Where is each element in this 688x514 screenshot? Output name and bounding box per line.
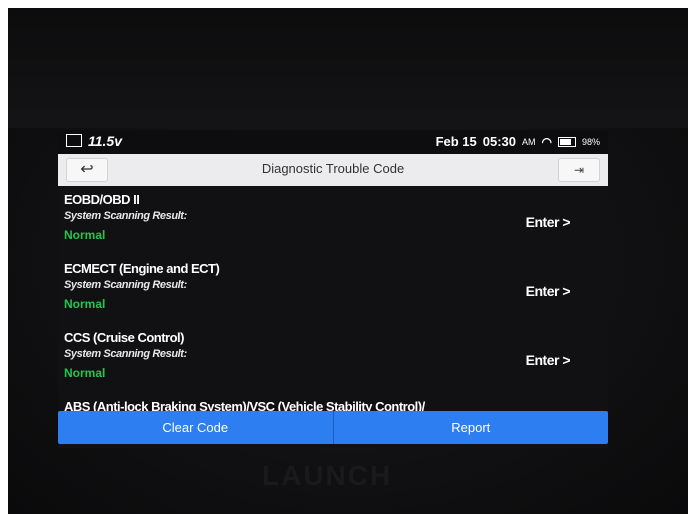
device-photo: 11.5v Feb 15 05:30 AM ◠ 98% ↩ Diagnostic… (8, 8, 688, 514)
ampm-text: AM (522, 136, 536, 147)
system-name: EOBD/OBD II (64, 192, 140, 207)
system-list: EOBD/OBD II System Scanning Result: Norm… (58, 186, 608, 414)
list-item[interactable]: ECMECT (Engine and ECT) System Scanning … (58, 255, 608, 324)
status-bar: 11.5v Feb 15 05:30 AM ◠ 98% (58, 130, 608, 154)
system-name: ECMECT (Engine and ECT) (64, 261, 220, 276)
clear-code-button[interactable]: Clear Code (58, 411, 333, 444)
time-text: 05:30 (482, 134, 516, 149)
scan-result-status: Normal (64, 297, 106, 311)
scan-result-label: System Scanning Result: (64, 348, 187, 360)
action-bar: Clear Code Report (58, 411, 608, 444)
scan-result-label: System Scanning Result: (64, 210, 187, 222)
enter-button[interactable]: Enter > (526, 352, 571, 368)
list-item[interactable]: CCS (Cruise Control) System Scanning Res… (58, 324, 608, 393)
report-button[interactable]: Report (334, 411, 609, 444)
wifi-icon: ◠ (541, 134, 552, 149)
device-bezel (8, 8, 688, 128)
date-text: Feb 15 (435, 134, 477, 149)
battery-percent: 98% (581, 136, 600, 147)
enter-button[interactable]: Enter > (526, 283, 571, 299)
system-name: CCS (Cruise Control) (64, 330, 185, 345)
enter-button[interactable]: Enter > (526, 214, 571, 230)
voltage-value: 11.5v (88, 133, 122, 149)
voltage-indicator: 11.5v (66, 133, 122, 149)
exit-icon: ⇥ (573, 163, 585, 177)
title-bar: ↩ Diagnostic Trouble Code ⇥ (58, 154, 608, 186)
scan-result-status: Normal (64, 366, 106, 380)
scan-result-status: Normal (64, 228, 106, 242)
exit-button[interactable]: ⇥ (558, 158, 600, 182)
battery-icon (557, 136, 576, 147)
car-battery-icon (66, 134, 82, 147)
brand-logo: LAUNCH (262, 460, 393, 491)
device-screen: 11.5v Feb 15 05:30 AM ◠ 98% ↩ Diagnostic… (58, 130, 608, 448)
scan-result-label: System Scanning Result: (64, 279, 187, 291)
page-title: Diagnostic Trouble Code (261, 161, 405, 176)
list-item[interactable]: EOBD/OBD II System Scanning Result: Norm… (58, 186, 608, 255)
status-right: Feb 15 05:30 AM ◠ 98% (436, 134, 600, 149)
